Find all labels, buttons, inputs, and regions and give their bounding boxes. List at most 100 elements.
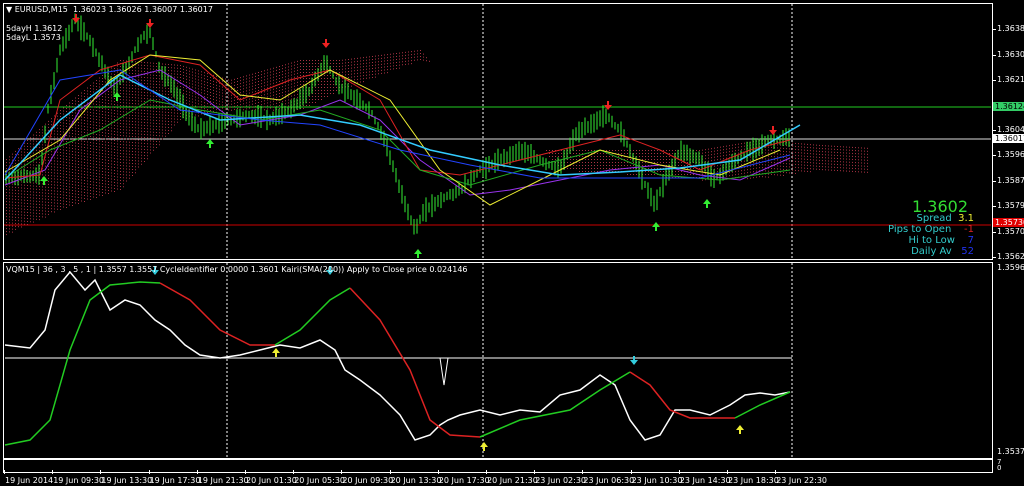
cloud-dots — [177, 85, 178, 87]
cloud-dots — [114, 107, 115, 108]
cloud-dots — [96, 89, 97, 90]
cloud-dots — [60, 179, 61, 180]
cloud-dots — [84, 120, 85, 121]
cloud-dots — [594, 156, 595, 157]
cloud-dots — [66, 204, 67, 205]
cloud-dots — [135, 88, 136, 90]
cloud-dots — [96, 116, 97, 117]
cloud-dots — [285, 79, 286, 81]
cloud-dots — [285, 73, 286, 75]
cloud-dots — [150, 98, 151, 100]
cloud-dots — [303, 75, 304, 76]
cloud-dots — [207, 103, 208, 105]
cloud-dots — [813, 153, 814, 155]
cloud-dots — [27, 191, 28, 192]
cloud-dots — [66, 126, 67, 127]
cloud-dots — [138, 148, 139, 150]
cloud-dots — [291, 74, 292, 76]
cloud-dots — [417, 50, 418, 52]
cloud-dots — [39, 129, 40, 131]
cloud-dots — [78, 161, 79, 162]
cloud-dots — [174, 73, 175, 75]
cloud-dots — [129, 138, 130, 140]
cloud-dots — [147, 62, 148, 64]
cloud-dots — [300, 69, 301, 70]
cloud-dots — [54, 163, 55, 165]
cloud-dots — [18, 205, 19, 207]
cloud-dots — [831, 145, 832, 147]
cloud-dots — [678, 165, 679, 166]
cloud-dots — [300, 81, 301, 82]
cloud-dots — [174, 64, 175, 66]
cloud-dots — [54, 115, 55, 117]
cloud-dots — [789, 151, 790, 153]
cloud-dots — [231, 97, 232, 99]
cloud-dots — [330, 93, 331, 94]
cloud-dots — [267, 75, 268, 77]
cloud-dots — [390, 62, 391, 64]
cloud-dots — [84, 162, 85, 163]
cloud-dots — [609, 165, 610, 166]
cloud-dots — [318, 96, 319, 97]
cloud-dots — [141, 160, 142, 162]
cloud-dots — [87, 183, 88, 185]
cloud-dots — [804, 149, 805, 151]
cloud-dots — [36, 161, 37, 163]
cloud-dots — [102, 108, 103, 109]
cloud-dots — [9, 228, 10, 230]
cloud-dots — [258, 99, 259, 100]
cloud-dots — [621, 165, 622, 166]
cloud-dots — [111, 127, 112, 129]
cloud-dots — [81, 176, 82, 178]
cloud-dots — [843, 146, 844, 148]
cloud-dots — [99, 77, 100, 79]
cloud-dots — [90, 184, 91, 185]
cloud-dots — [81, 119, 82, 121]
cloud-dots — [72, 181, 73, 182]
cloud-dots — [54, 184, 55, 186]
cloud-dots — [768, 164, 769, 166]
cloud-dots — [135, 148, 136, 150]
cloud-dots — [12, 228, 13, 230]
cloud-dots — [108, 130, 109, 131]
cloud-dots — [63, 158, 64, 160]
cloud-dots — [345, 71, 346, 73]
cloud-dots — [201, 71, 202, 73]
cloud-dots — [408, 57, 409, 59]
cloud-dots — [645, 153, 646, 154]
cloud-dots — [234, 105, 235, 107]
cloud-dots — [792, 166, 793, 168]
cloud-dots — [111, 106, 112, 108]
cloud-dots — [357, 81, 358, 83]
cloud-dots — [396, 68, 397, 69]
cloud-dots — [399, 64, 400, 66]
collapse-icon[interactable]: ▼ — [6, 5, 15, 14]
cloud-dots — [114, 146, 115, 147]
cloud-dots — [216, 81, 217, 83]
cloud-dots — [276, 93, 277, 95]
cloud-dots — [162, 111, 163, 113]
cloud-dots — [63, 176, 64, 178]
cloud-dots — [354, 67, 355, 69]
cloud-dots — [90, 136, 91, 137]
cloud-dots — [867, 165, 868, 167]
cloud-dots — [240, 89, 241, 91]
cloud-dots — [102, 132, 103, 133]
cloud-dots — [846, 146, 847, 148]
cloud-dots — [69, 189, 70, 191]
cloud-dots — [171, 124, 172, 126]
cloud-dots — [828, 166, 829, 168]
cloud-dots — [384, 66, 385, 68]
time-tick — [245, 470, 246, 474]
cloud-dots — [93, 142, 94, 144]
cloud-dots — [102, 99, 103, 100]
cloud-dots — [120, 165, 121, 166]
cloud-dots — [771, 155, 772, 157]
cloud-dots — [120, 135, 121, 136]
cloud-dots — [123, 126, 124, 128]
cloud-dots — [21, 184, 22, 186]
cloud-dots — [348, 62, 349, 63]
cloud-dots — [81, 173, 82, 175]
cloud-dots — [72, 118, 73, 119]
cloud-dots — [816, 162, 817, 164]
